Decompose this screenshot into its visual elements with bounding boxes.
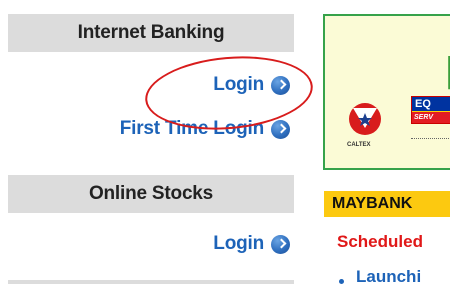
caltex-logo-icon xyxy=(349,103,381,135)
promo-banner[interactable]: F CALTEX EQ SERV xyxy=(323,14,450,170)
caltex-label: CALTEX xyxy=(347,142,371,148)
section-header-online-stocks: Online Stocks xyxy=(8,175,294,213)
section-header-next xyxy=(8,280,294,284)
eq-logo-top-text: EQ xyxy=(412,97,450,111)
banner-heading: F xyxy=(445,46,450,101)
eq-serv-logo: EQ SERV xyxy=(411,96,450,124)
eq-logo-bottom-text: SERV xyxy=(412,112,450,123)
section-title: Internet Banking xyxy=(77,22,225,43)
section-title: Online Stocks xyxy=(88,183,214,204)
news-item-link[interactable]: Launchi xyxy=(356,267,421,287)
online-stocks-login-link[interactable]: Login xyxy=(213,233,290,255)
news-scheduled-heading: Scheduled xyxy=(337,232,423,251)
bullet-icon xyxy=(339,279,344,284)
arrow-right-circle-icon xyxy=(271,119,290,139)
arrow-right-circle-icon xyxy=(271,234,290,254)
news-header-title: MAYBANK xyxy=(332,195,413,212)
link-label: Login xyxy=(213,233,264,254)
banner-divider xyxy=(411,138,450,142)
section-header-internet-banking: Internet Banking xyxy=(8,14,294,52)
news-header: MAYBANK xyxy=(324,191,450,217)
